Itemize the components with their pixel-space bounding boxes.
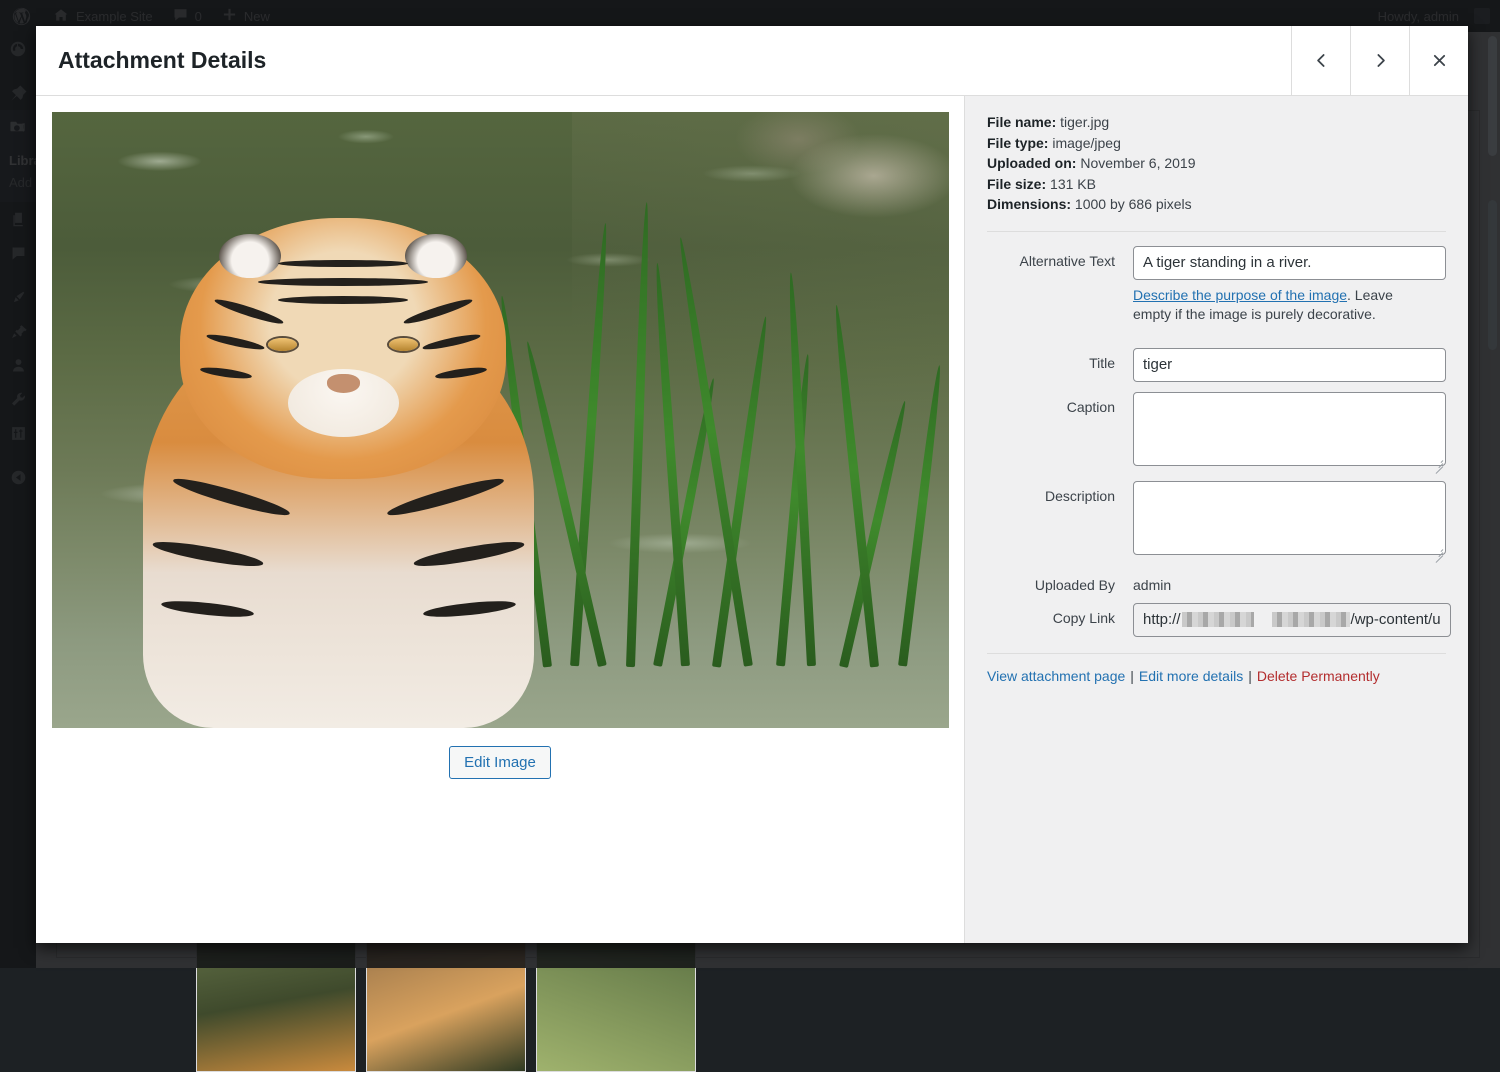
- meta-label: File size:: [987, 176, 1046, 192]
- title-control: [1133, 348, 1446, 382]
- redacted-domain-part: [1182, 612, 1254, 627]
- copy-link-control: http:// /wp-content/u: [1133, 603, 1451, 637]
- meta-value: 1000 by 686 pixels: [1075, 196, 1192, 212]
- alt-text-input[interactable]: [1133, 246, 1446, 280]
- meta-label: Uploaded on:: [987, 155, 1076, 171]
- page-scrollbar-thumb[interactable]: [1488, 36, 1497, 156]
- meta-dimensions: Dimensions: 1000 by 686 pixels: [987, 194, 1446, 215]
- description-label: Description: [987, 481, 1133, 560]
- uploaded-by-row: Uploaded By admin: [987, 570, 1446, 593]
- copy-link-label: Copy Link: [987, 603, 1133, 637]
- meta-label: File type:: [987, 135, 1048, 151]
- meta-file-type: File type: image/jpeg: [987, 133, 1446, 154]
- delete-permanently-link[interactable]: Delete Permanently: [1257, 668, 1380, 684]
- title-input[interactable]: [1133, 348, 1446, 382]
- caption-row: Caption: [987, 392, 1446, 471]
- alt-text-helper: Describe the purpose of the image. Leave…: [1133, 286, 1425, 324]
- copy-link-input[interactable]: http:// /wp-content/u: [1133, 603, 1451, 637]
- meta-value: tiger.jpg: [1060, 114, 1109, 130]
- meta-value: 131 KB: [1050, 176, 1096, 192]
- description-row: Description: [987, 481, 1446, 560]
- title-row: Title: [987, 348, 1446, 382]
- tiger-subject: [105, 161, 571, 728]
- edit-more-details-link[interactable]: Edit more details: [1139, 668, 1243, 684]
- chevron-left-icon: [1313, 52, 1330, 69]
- page-title: Attachment Details: [36, 26, 1291, 95]
- meta-label: Dimensions:: [987, 196, 1071, 212]
- page-scrollbar-track[interactable]: [1488, 200, 1497, 350]
- action-separator: |: [1130, 668, 1134, 684]
- action-separator: |: [1248, 668, 1252, 684]
- alt-text-label: Alternative Text: [987, 246, 1133, 338]
- modal-body: Edit Image File name: tiger.jpg File typ…: [36, 96, 1468, 943]
- tiger-ear-left: [219, 234, 281, 278]
- description-textarea[interactable]: [1133, 481, 1446, 555]
- describe-purpose-link[interactable]: Describe the purpose of the image: [1133, 287, 1347, 303]
- copy-link-prefix: http://: [1143, 611, 1181, 628]
- alt-text-row: Alternative Text Describe the purpose of…: [987, 246, 1446, 338]
- tiger-head: [180, 218, 507, 479]
- previous-attachment-button[interactable]: [1291, 26, 1350, 95]
- meta-uploaded-on: Uploaded on: November 6, 2019: [987, 153, 1446, 174]
- caption-textarea[interactable]: [1133, 392, 1446, 466]
- meta-value: November 6, 2019: [1080, 155, 1195, 171]
- close-x-icon: [1431, 52, 1448, 69]
- copy-link-suffix: /wp-content/u: [1351, 611, 1441, 628]
- description-control: [1133, 481, 1446, 560]
- reed-grass: [527, 161, 922, 666]
- uploaded-by-value: admin: [1133, 570, 1446, 593]
- edit-image-button[interactable]: Edit Image: [449, 746, 551, 779]
- tiger-ear-right: [405, 234, 467, 278]
- meta-file-size: File size: 131 KB: [987, 174, 1446, 195]
- tiger-eye-left: [268, 338, 297, 351]
- title-label: Title: [987, 348, 1133, 382]
- meta-label: File name:: [987, 114, 1056, 130]
- view-attachment-page-link[interactable]: View attachment page: [987, 668, 1125, 684]
- tiger-eye-right: [389, 338, 418, 351]
- copy-link-row: Copy Link http:// /wp-content/u: [987, 603, 1446, 637]
- caption-control: [1133, 392, 1446, 471]
- meta-file-name: File name: tiger.jpg: [987, 112, 1446, 133]
- next-attachment-button[interactable]: [1350, 26, 1409, 95]
- meta-value: image/jpeg: [1052, 135, 1121, 151]
- alt-text-control: Describe the purpose of the image. Leave…: [1133, 246, 1446, 338]
- chevron-right-icon: [1372, 52, 1389, 69]
- close-modal-button[interactable]: [1409, 26, 1468, 95]
- modal-header: Attachment Details: [36, 26, 1468, 96]
- tiger-nose: [327, 374, 360, 392]
- caption-label: Caption: [987, 392, 1133, 471]
- attachment-image[interactable]: [52, 112, 949, 728]
- attachment-info-pane: File name: tiger.jpg File type: image/jp…: [965, 96, 1468, 943]
- redacted-domain-part: [1272, 612, 1350, 627]
- media-preview-pane: Edit Image: [36, 96, 965, 943]
- attachment-actions: View attachment page | Edit more details | D…: [987, 668, 1446, 684]
- divider-2: [987, 653, 1446, 654]
- divider: [987, 231, 1446, 232]
- attachment-details-modal: Attachment Details: [36, 26, 1468, 943]
- uploaded-by-label: Uploaded By: [987, 570, 1133, 593]
- uploaded-by-control: admin: [1133, 570, 1446, 593]
